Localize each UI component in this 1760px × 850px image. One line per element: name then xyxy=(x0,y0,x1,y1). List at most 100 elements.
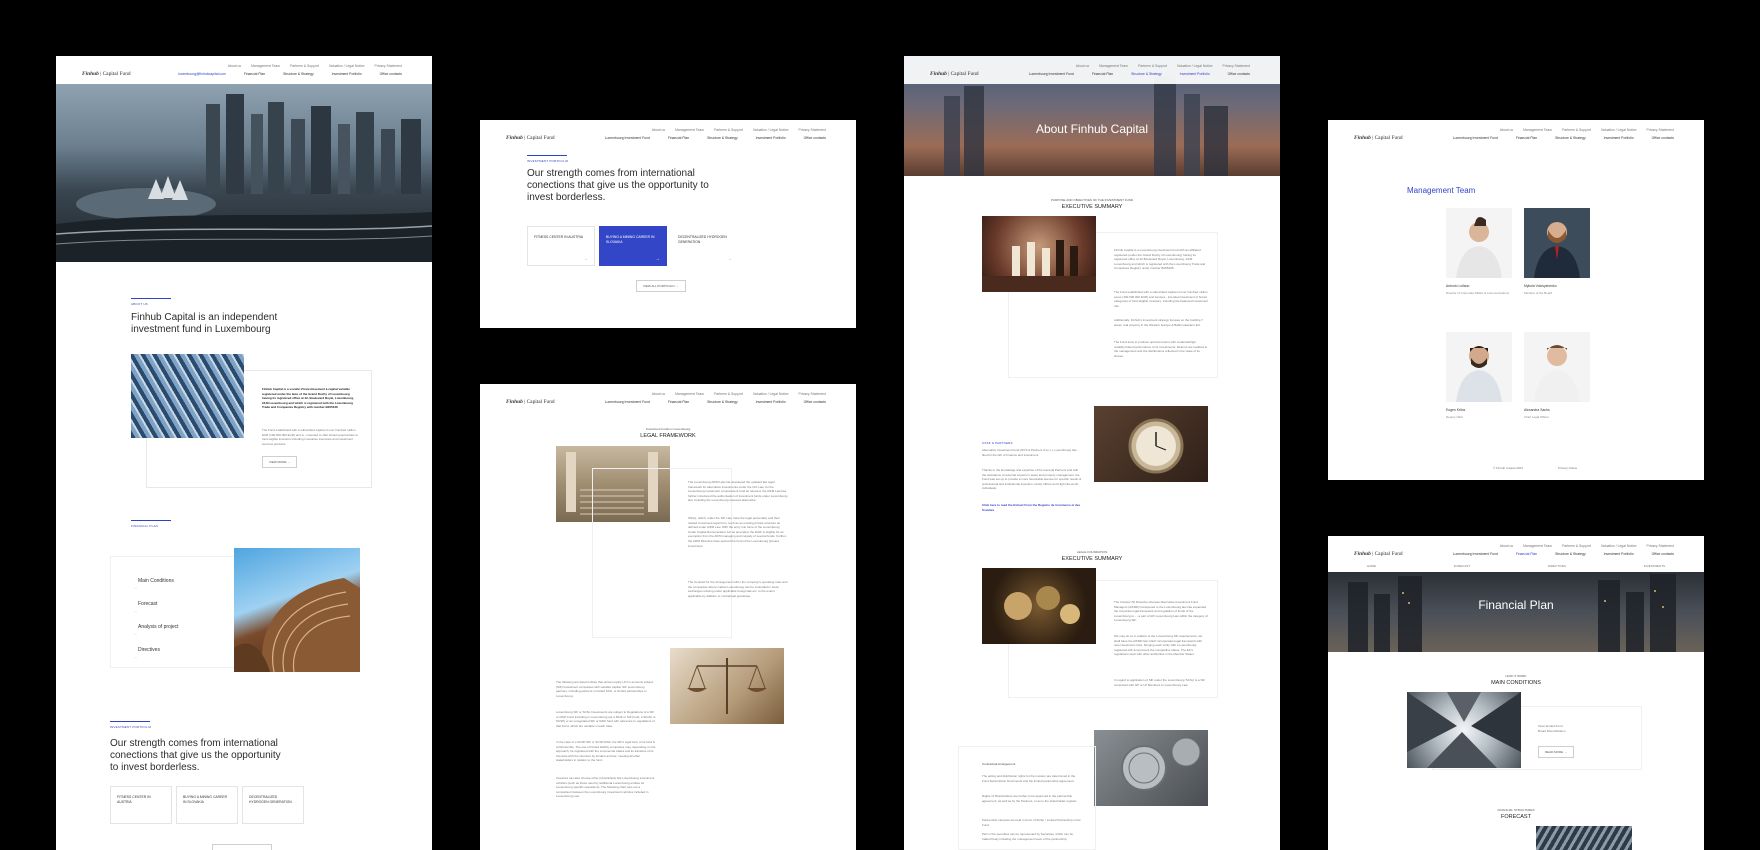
nav-team-link[interactable]: Management Team xyxy=(1099,64,1128,68)
view-all-label: VIEW ALL PORTFOLIO xyxy=(643,284,675,288)
nav-legal-link[interactable]: Valuation / Legal Notice xyxy=(1177,64,1213,68)
subnav-investments[interactable]: INVESTMENTS xyxy=(1644,564,1665,572)
executive-bullets: Finhub Capital is a Luxembourg investmen… xyxy=(1114,248,1208,271)
project-fitness-card[interactable]: FITNESS CENTER IN AUSTRIA → xyxy=(527,226,595,266)
nav-team-link[interactable]: Management Team xyxy=(251,64,280,68)
nav-privacy-link[interactable]: Privacy Statement xyxy=(1222,64,1250,68)
nav-about-link[interactable]: About us xyxy=(1500,128,1513,132)
logo[interactable]: Finhub | Capital Fund xyxy=(506,135,555,141)
partners-paragraph-e: Thanks to the knowledge and expertise of… xyxy=(982,468,1082,491)
nav-office-contacts[interactable]: Office contacts xyxy=(1652,552,1674,556)
nav-structure-strategy[interactable]: Structure & Strategy xyxy=(283,72,314,76)
email-link[interactable]: luxembourg@finhubcapital.com xyxy=(178,72,226,76)
nav-partners-link[interactable]: Partners & Support xyxy=(714,392,743,396)
nav-structure-strategy[interactable]: Structure & Strategy xyxy=(707,400,738,404)
nav-partners-link[interactable]: Partners & Support xyxy=(290,64,319,68)
nav-office-contacts[interactable]: Office contacts xyxy=(380,72,402,76)
main-conditions-title: MAIN CONDITIONS xyxy=(1491,680,1541,686)
nav-team-link[interactable]: Management Team xyxy=(1523,544,1552,548)
nav-about-link[interactable]: About us xyxy=(652,392,665,396)
nav-financial-plan[interactable]: Financial Plan xyxy=(1092,72,1113,76)
nav-investment-fund[interactable]: Luxembourg Investment Fund xyxy=(605,136,650,140)
nav-about-link[interactable]: About us xyxy=(228,64,241,68)
nav-structure-strategy[interactable]: Structure & Strategy xyxy=(707,136,738,140)
nav-privacy-link[interactable]: Privacy Statement xyxy=(374,64,402,68)
nav-team-link[interactable]: Management Team xyxy=(675,392,704,396)
nav-structure-strategy[interactable]: Structure & Strategy xyxy=(1131,72,1162,76)
registry-extract-link[interactable]: Click here to read the Extract From the … xyxy=(982,503,1082,512)
nav-office-contacts[interactable]: Office contacts xyxy=(804,136,826,140)
nav-partners-link[interactable]: Partners & Support xyxy=(714,128,743,132)
nav-legal-link[interactable]: Valuation / Legal Notice xyxy=(1601,544,1637,548)
nav-legal-link[interactable]: Valuation / Legal Notice xyxy=(753,128,789,132)
project-fitness-card[interactable]: FITNESS CENTER IN AUSTRIA xyxy=(110,786,172,824)
partners-caption: CSSF & PARTNERS xyxy=(982,441,1013,445)
nav-investment-portfolio[interactable]: Investment Portfolio xyxy=(1180,72,1210,76)
nav-privacy-link[interactable]: Privacy Statement xyxy=(798,128,826,132)
legal-paragraph-3: The Contract for the Arrangement will in… xyxy=(688,580,788,598)
utility-menu: About us Management Team Partners & Supp… xyxy=(652,392,826,396)
subnav-directives[interactable]: DIRECTIVES xyxy=(1548,564,1566,572)
nav-legal-link[interactable]: Valuation / Legal Notice xyxy=(753,392,789,396)
subnav-forecast[interactable]: FORECAST xyxy=(1454,564,1470,572)
logo[interactable]: Finhub | Capital Fund xyxy=(1354,135,1403,141)
nav-partners-link[interactable]: Partners & Support xyxy=(1562,128,1591,132)
nav-financial-plan[interactable]: Financial Plan xyxy=(668,136,689,140)
nav-about-link[interactable]: About us xyxy=(652,128,665,132)
portfolio-underline xyxy=(110,721,150,722)
nav-investment-fund[interactable]: Luxembourg Investment Fund xyxy=(1453,552,1498,556)
view-all-button-partial[interactable] xyxy=(212,844,272,850)
nav-legal-link[interactable]: Valuation / Legal Notice xyxy=(1601,128,1637,132)
nav-financial-plan[interactable]: Financial Plan xyxy=(1516,136,1537,140)
footer-privacy-link[interactable]: Privacy Notice xyxy=(1558,466,1577,470)
nav-team-link[interactable]: Management Team xyxy=(675,128,704,132)
about-page-mockup: Finhub | Capital Fund About us Managemen… xyxy=(904,56,1280,850)
nav-investment-portfolio[interactable]: Investment Portfolio xyxy=(1604,136,1634,140)
nav-investment-portfolio[interactable]: Investment Portfolio xyxy=(756,136,786,140)
nav-office-contacts[interactable]: Office contacts xyxy=(804,400,826,404)
plan-item-directives[interactable]: Directives xyxy=(134,647,160,659)
nav-investment-portfolio[interactable]: Investment Portfolio xyxy=(332,72,362,76)
plan-item-forecast[interactable]: Forecast xyxy=(134,601,158,613)
plan-item-main-conditions[interactable]: Main Conditions xyxy=(134,578,174,590)
plan-item-analysis[interactable]: Analysis of project xyxy=(134,624,179,636)
nav-investment-fund[interactable]: Luxembourg Investment Fund xyxy=(605,400,650,404)
read-more-button[interactable]: READ MORE → xyxy=(1538,746,1575,758)
nav-investment-portfolio[interactable]: Investment Portfolio xyxy=(1604,552,1634,556)
nav-office-contacts[interactable]: Office contacts xyxy=(1228,72,1250,76)
project-hydrogen-card[interactable]: DECENTRALIZED HYDROGEN GENERATION → xyxy=(671,226,739,266)
executive-paragraph-b: Additionally, Finhub's investment strate… xyxy=(1114,318,1203,327)
nav-partners-link[interactable]: Partners & Support xyxy=(1138,64,1167,68)
legal-page-mockup: Finhub | Capital Fund About us Managemen… xyxy=(480,384,856,850)
logo-suffix: | Capital Fund xyxy=(1372,551,1403,557)
logo[interactable]: Finhub | Capital Fund xyxy=(1354,551,1403,557)
view-more-button[interactable]: VIEW MORE → xyxy=(262,456,298,468)
project-mining-card[interactable]: BUYING A MINING CAREER IN SLOVAKIA xyxy=(176,786,238,824)
nav-structure-strategy[interactable]: Structure & Strategy xyxy=(1555,552,1586,556)
project-hydrogen-card[interactable]: DECENTRALIZED HYDROGEN GENERATION xyxy=(242,786,304,824)
nav-about-link[interactable]: About us xyxy=(1500,544,1513,548)
nav-partners-link[interactable]: Partners & Support xyxy=(1562,544,1591,548)
arrow-right-icon: → xyxy=(287,460,291,464)
nav-financial-plan[interactable]: Financial Plan xyxy=(668,400,689,404)
nav-privacy-link[interactable]: Privacy Statement xyxy=(1646,128,1674,132)
nav-financial-plan[interactable]: Financial Plan xyxy=(1516,552,1537,556)
logo-brand: Finhub xyxy=(1354,135,1371,141)
nav-privacy-link[interactable]: Privacy Statement xyxy=(1646,544,1674,548)
nav-financial-plan[interactable]: Financial Plan xyxy=(244,72,265,76)
project-mining-card[interactable]: BUYING A MINING CAREER IN SLOVAKIA → xyxy=(599,226,667,266)
nav-investment-fund[interactable]: Luxembourg Investment Fund xyxy=(1029,72,1074,76)
view-all-portfolio-button[interactable]: VIEW ALL PORTFOLIO → xyxy=(636,280,686,292)
nav-investment-portfolio[interactable]: Investment Portfolio xyxy=(756,400,786,404)
logo[interactable]: Finhub | Capital Fund xyxy=(506,399,555,405)
nav-privacy-link[interactable]: Privacy Statement xyxy=(798,392,826,396)
subnav-home[interactable]: HOME xyxy=(1367,564,1376,572)
nav-team-link[interactable]: Management Team xyxy=(1523,128,1552,132)
nav-office-contacts[interactable]: Office contacts xyxy=(1652,136,1674,140)
nav-about-link[interactable]: About us xyxy=(1076,64,1089,68)
nav-legal-link[interactable]: Valuation / Legal Notice xyxy=(329,64,365,68)
logo[interactable]: Finhub | Capital Fund xyxy=(930,71,979,77)
nav-investment-fund[interactable]: Luxembourg Investment Fund xyxy=(1453,136,1498,140)
nav-structure-strategy[interactable]: Structure & Strategy xyxy=(1555,136,1586,140)
logo[interactable]: Finhub | Capital Fund xyxy=(82,71,131,77)
